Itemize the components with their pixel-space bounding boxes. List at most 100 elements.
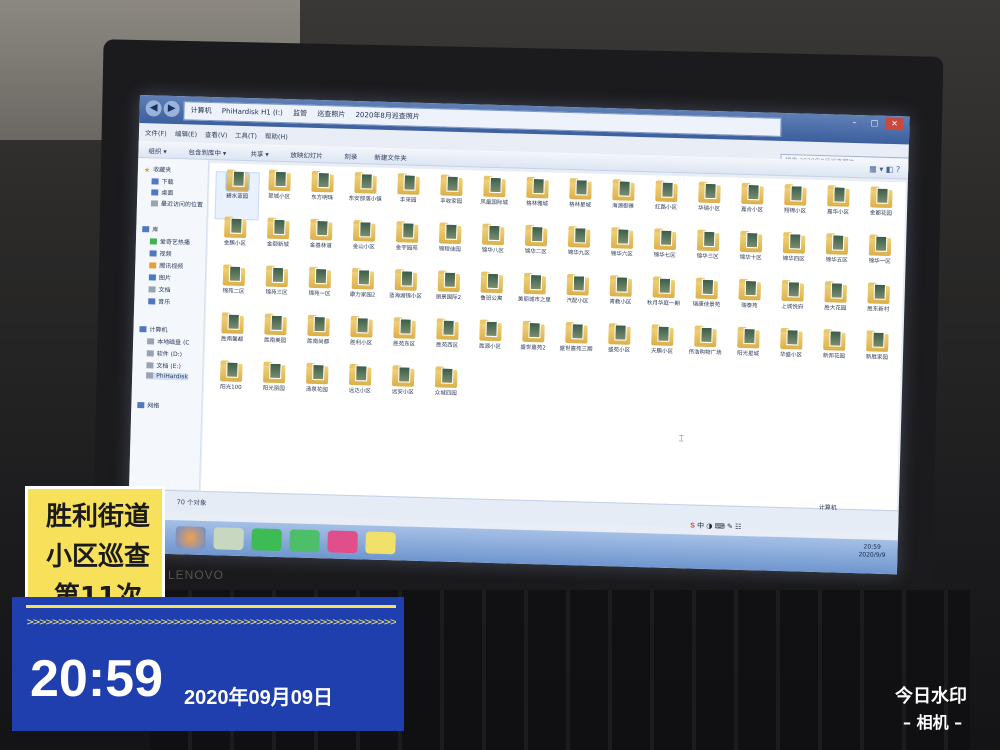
folder-item[interactable]: 天鹏小区 <box>640 325 683 374</box>
folder-item[interactable]: 锦程佳园 <box>428 223 471 272</box>
folder-item[interactable]: 胜源小区 <box>468 320 511 369</box>
folder-item[interactable]: 鲁班公寓 <box>470 272 513 321</box>
folder-item[interactable]: 盛世嘉苑2 <box>511 321 554 370</box>
nav-music[interactable]: 音乐 <box>148 296 170 306</box>
folder-item[interactable]: 锦华九区 <box>557 227 600 276</box>
folder-item[interactable]: 锦苑二区 <box>212 265 255 314</box>
folder-item[interactable]: 锦华八区 <box>471 224 514 273</box>
folder-item[interactable]: 锦苑三区 <box>255 266 298 315</box>
folder-item[interactable]: 胜利小区 <box>340 317 383 366</box>
start-button[interactable] <box>175 526 206 550</box>
folder-item[interactable]: 金山小区 <box>342 221 385 270</box>
folder-item[interactable]: 胜苑东区 <box>383 318 426 367</box>
minimize-icon[interactable]: – <box>845 117 863 129</box>
taskbar-video-icon[interactable] <box>327 530 358 554</box>
nav-pictures[interactable]: 图片 <box>148 272 171 282</box>
folder-item[interactable]: 金宇园苑 <box>385 222 428 271</box>
nav-recent[interactable]: 最近访问的位置 <box>150 198 203 209</box>
ime-toolbar[interactable]: S 中 ◑ ⌨ ✎ ☷ <box>690 521 790 534</box>
folder-item[interactable]: 秋月华庭一期 <box>642 277 685 326</box>
new-folder-button[interactable]: 新建文件夹 <box>374 152 407 163</box>
folder-item[interactable]: 东安部落小镇 <box>344 173 387 222</box>
nav-documents[interactable]: 文档 <box>148 284 171 294</box>
folder-item[interactable]: 蓝海湖锦小区 <box>384 270 427 319</box>
folder-item[interactable]: 凤凰国际城 <box>473 176 516 225</box>
nav-iqiyi[interactable]: 爱奇艺热播 <box>149 236 190 246</box>
folder-item[interactable]: 胜南馨都 <box>211 313 254 362</box>
breadcrumb-item[interactable]: 监管 <box>293 109 307 117</box>
folder-item[interactable]: 金颐新城 <box>256 218 299 267</box>
folder-item[interactable]: 格林雅城 <box>516 178 559 227</box>
folder-item[interactable]: 丽景国际2 <box>427 271 470 320</box>
folder-item[interactable]: 众城四园 <box>424 367 467 416</box>
folder-item[interactable]: 金都花园 <box>859 187 902 236</box>
menu-file[interactable]: 文件(F) <box>145 127 167 138</box>
maximize-icon[interactable]: □ <box>865 117 883 129</box>
taskbar-iqiyi-icon[interactable] <box>251 528 282 552</box>
taskbar-computer-label[interactable]: 计算机 <box>819 502 837 512</box>
folder-item[interactable]: 锦华一区 <box>858 235 901 284</box>
nav-tencent-video[interactable]: 腾讯视频 <box>149 260 183 270</box>
menu-edit[interactable]: 编辑(E) <box>175 128 197 139</box>
folder-item[interactable]: 翠城小区 <box>258 170 301 219</box>
nav-videos[interactable]: 视频 <box>149 248 172 258</box>
folder-item[interactable]: 清泉花园 <box>295 363 338 412</box>
nav-computer[interactable]: 计算机 <box>139 324 168 334</box>
menu-view[interactable]: 查看(V) <box>205 129 228 140</box>
folder-item[interactable]: 盛苑小区 <box>597 324 640 373</box>
folder-item[interactable]: 金鹏小区 <box>213 217 256 266</box>
folder-item[interactable]: 汽配小区 <box>556 275 599 324</box>
folder-item[interactable]: 红路小区 <box>644 181 687 230</box>
folder-item[interactable]: 胜南美园 <box>254 314 297 363</box>
share-button[interactable]: 共享 ▾ <box>250 148 269 159</box>
folder-item[interactable]: 康力家园2 <box>341 269 384 318</box>
folder-item[interactable]: 锦华十区 <box>729 231 772 281</box>
nav-drive-phihardisk[interactable]: PhiHardisk <box>146 372 188 381</box>
menu-help[interactable]: 帮助(H) <box>265 131 288 142</box>
folder-item[interactable]: 胜苑西区 <box>426 319 469 368</box>
breadcrumb-item[interactable]: 巡查照片 <box>317 110 345 119</box>
folder-item[interactable]: 嘉合小区 <box>730 184 773 233</box>
folder-item[interactable]: 胜大花园 <box>814 282 857 331</box>
folder-item[interactable]: 瑞康佳景苑 <box>685 278 728 327</box>
folder-item[interactable]: 锦华二区 <box>514 225 557 275</box>
folder-item[interactable]: 远安小区 <box>381 366 424 415</box>
folder-item[interactable]: 伟浩购物广场 <box>683 326 726 375</box>
folder-item[interactable]: 阳光星城 <box>726 327 769 377</box>
breadcrumb-item[interactable]: 2020年8月巡查照片 <box>355 111 419 121</box>
menu-tools[interactable]: 工具(T) <box>235 130 257 141</box>
folder-item[interactable]: 翔锦小区 <box>773 185 816 234</box>
folder-item[interactable]: 东方明珠 <box>301 171 344 221</box>
folder-item[interactable]: 阳光丽园 <box>252 362 295 411</box>
folder-item[interactable]: 新胜家园 <box>855 331 898 380</box>
close-icon[interactable]: ✕ <box>885 117 904 131</box>
nav-desktop[interactable]: 桌面 <box>151 187 173 197</box>
folder-item[interactable]: 上城悦府 <box>771 281 814 330</box>
folder-item[interactable]: 青教小区 <box>599 276 642 325</box>
back-icon[interactable]: ◀ <box>145 100 162 117</box>
nav-drive-e[interactable]: 文档 (E:) <box>146 360 181 370</box>
folder-item[interactable]: 丰采园 <box>387 174 430 223</box>
folder-item[interactable]: 阳光100 <box>209 361 252 410</box>
folder-item[interactable]: 海源御景 <box>601 180 644 229</box>
folder-item[interactable]: 锦华五区 <box>815 234 858 283</box>
folder-item[interactable]: 锦华七区 <box>643 229 686 278</box>
folder-item[interactable]: 华盛小区 <box>769 329 812 378</box>
folder-item[interactable]: 锦华四区 <box>772 233 815 282</box>
folder-item[interactable]: 华瑞小区 <box>687 182 730 231</box>
folder-item[interactable]: 丰收家园 <box>430 175 473 224</box>
folder-item[interactable]: 新邦花园 <box>812 330 855 379</box>
nav-drive-c[interactable]: 本地磁盘 (C <box>147 336 190 346</box>
folder-item[interactable]: 胜东新村 <box>857 283 900 332</box>
nav-network[interactable]: 网络 <box>137 400 159 410</box>
nav-downloads[interactable]: 下载 <box>151 176 174 186</box>
folder-item[interactable]: 锦华三区 <box>686 230 729 279</box>
folder-item[interactable]: 美丽城市之星 <box>513 273 556 323</box>
include-library-button[interactable]: 包含到库中 ▾ <box>188 146 226 157</box>
folder-item[interactable]: 嘉华小区 <box>816 186 859 235</box>
taskbar-explorer-icon[interactable] <box>213 527 244 551</box>
system-clock[interactable]: 20:59 2020/9/9 <box>858 543 885 560</box>
nav-favorites[interactable]: ★ 收藏夹 <box>144 164 172 175</box>
organize-button[interactable]: 组织 ▾ <box>148 145 167 156</box>
folder-item[interactable]: 碧水蓝园 <box>214 170 260 221</box>
